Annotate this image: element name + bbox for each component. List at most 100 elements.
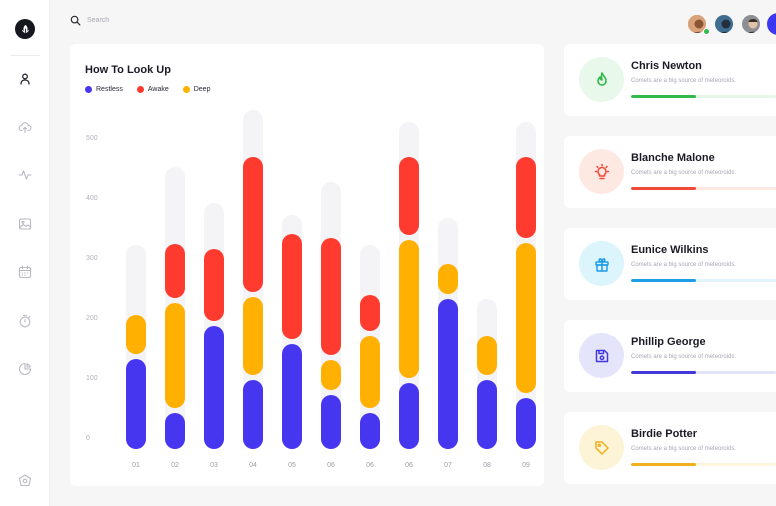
x-tick-label: 07 <box>444 462 452 469</box>
person-card[interactable]: Chris Newton Comets are a big source of … <box>564 44 776 116</box>
bar-segment-restless[interactable] <box>516 398 536 449</box>
progress-fill <box>631 371 697 374</box>
y-tick-label: 400 <box>86 195 98 202</box>
bar-segment-awake[interactable] <box>165 244 185 298</box>
nav-item-settings[interactable] <box>18 474 32 488</box>
timer-icon <box>19 314 31 328</box>
x-tick-label: 06 <box>327 462 335 469</box>
person-name: Eunice Wilkins <box>631 244 709 256</box>
pie-chart-icon <box>18 362 32 376</box>
person-icon-badge <box>579 149 624 194</box>
progress-bar <box>631 187 776 190</box>
notification-avatar[interactable] <box>767 13 776 35</box>
person-card[interactable]: Eunice Wilkins Comets are a big source o… <box>564 228 776 300</box>
avatar[interactable] <box>713 13 735 35</box>
x-tick-label: 09 <box>522 462 530 469</box>
bar-segment-awake[interactable] <box>399 157 419 235</box>
y-tick-label: 100 <box>86 375 98 382</box>
bar-segment-restless[interactable] <box>126 359 146 449</box>
bar-segment-restless[interactable] <box>204 326 224 449</box>
progress-bar <box>631 463 776 466</box>
flame-icon <box>596 71 607 86</box>
nav-item-upload[interactable] <box>18 120 32 134</box>
x-tick-label: 06 <box>405 462 413 469</box>
avatar[interactable] <box>740 13 762 35</box>
bar-segment-deep[interactable] <box>165 303 185 408</box>
person-description: Comets are a big source of meteoroids. <box>631 78 737 84</box>
person-card[interactable]: Birdie Potter Comets are a big source of… <box>564 412 776 484</box>
bar-segment-restless[interactable] <box>360 413 380 449</box>
y-tick-label: 200 <box>86 315 98 322</box>
bar-segment-awake[interactable] <box>204 249 224 321</box>
person-description: Comets are a big source of meteoroids. <box>631 446 737 452</box>
bar-segment-restless[interactable] <box>282 344 302 449</box>
bar-segment-deep[interactable] <box>126 315 146 354</box>
progress-fill <box>631 95 697 98</box>
bar-segment-restless[interactable] <box>165 413 185 449</box>
legend-dot <box>182 86 190 93</box>
bar-segment-deep[interactable] <box>321 360 341 390</box>
person-card[interactable]: Phillip George Comets are a big source o… <box>564 320 776 392</box>
bar-segment-deep[interactable] <box>438 264 458 294</box>
x-tick-label: 02 <box>171 462 179 469</box>
y-tick-label: 500 <box>86 135 98 142</box>
search-input[interactable] <box>87 16 237 24</box>
progress-bar <box>631 279 776 282</box>
nav-item-gallery[interactable] <box>18 217 32 231</box>
person-name: Birdie Potter <box>631 428 698 440</box>
bar-segment-deep[interactable] <box>360 336 380 408</box>
sidebar <box>0 0 50 506</box>
settings-icon <box>18 474 32 487</box>
person-icon-badge <box>579 425 624 470</box>
bar-segment-deep[interactable] <box>516 243 536 393</box>
nav-item-profile[interactable] <box>18 72 32 86</box>
legend-label: Restless <box>96 86 123 93</box>
logo[interactable] <box>15 19 35 39</box>
bar-segment-restless[interactable] <box>438 299 458 449</box>
legend-dot <box>85 86 92 93</box>
lightbulb-icon <box>594 163 609 179</box>
nav-item-reports[interactable] <box>18 362 32 376</box>
nav-item-activity[interactable] <box>18 168 32 182</box>
online-status-dot <box>703 28 710 35</box>
chart-legend: Restless Awake Deep <box>85 86 210 93</box>
person-name: Blanche Malone <box>631 152 715 164</box>
nav-item-calendar[interactable] <box>18 265 32 279</box>
progress-fill <box>631 187 697 190</box>
progress-fill <box>631 463 697 466</box>
bar-segment-restless[interactable] <box>321 395 341 449</box>
person-name: Phillip George <box>631 336 706 348</box>
progress-fill <box>631 279 697 282</box>
progress-bar <box>631 95 776 98</box>
tag-icon <box>594 440 609 455</box>
bar-segment-deep[interactable] <box>243 297 263 375</box>
y-tick-label: 0 <box>86 435 90 442</box>
x-tick-label: 04 <box>249 462 257 469</box>
legend-label: Deep <box>193 86 211 93</box>
search-icon <box>70 15 81 25</box>
bar-segment-awake[interactable] <box>282 234 302 339</box>
stacked-bar-chart: 0 100 200 300 400 500 01 02 03 04 05 06 06 06 07 08 09 <box>86 110 536 469</box>
legend-label: Awake <box>147 86 169 93</box>
bar-segment-awake[interactable] <box>516 157 536 238</box>
bar-segment-restless[interactable] <box>243 380 263 449</box>
calendar-icon <box>18 265 32 279</box>
bar-segment-awake[interactable] <box>321 238 341 355</box>
nav-item-timer[interactable] <box>18 314 32 328</box>
bar-segment-deep[interactable] <box>399 240 419 378</box>
person-description: Comets are a big source of meteoroids. <box>631 262 737 268</box>
x-tick-label: 01 <box>132 462 140 469</box>
person-card[interactable]: Blanche Malone Comets are a big source o… <box>564 136 776 208</box>
leaf-icon <box>21 24 29 34</box>
legend-item-restless: Restless <box>85 86 123 93</box>
bar-segment-awake[interactable] <box>243 157 263 292</box>
person-icon-badge <box>579 57 624 102</box>
search-bar[interactable] <box>70 12 270 28</box>
x-tick-label: 08 <box>483 462 491 469</box>
bar-segment-restless[interactable] <box>399 383 419 449</box>
bar-segment-deep[interactable] <box>477 336 497 375</box>
person-icon-badge <box>579 333 624 378</box>
person-name: Chris Newton <box>631 60 702 72</box>
bar-segment-restless[interactable] <box>477 380 497 449</box>
bar-segment-awake[interactable] <box>360 295 380 331</box>
